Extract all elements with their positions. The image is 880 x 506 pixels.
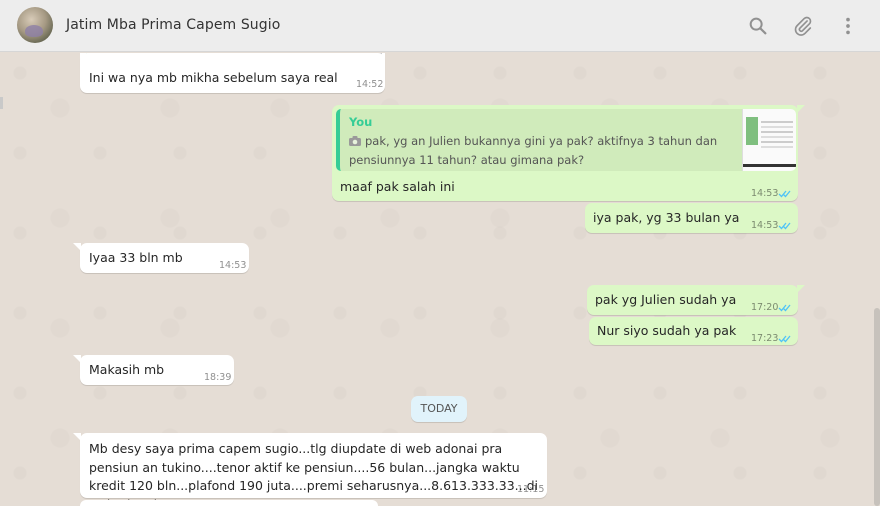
- attach-icon[interactable]: [792, 15, 814, 37]
- message-bubble-incoming[interactable]: Makasih mb 18:39: [73, 355, 234, 385]
- message-time: 17:20: [751, 302, 779, 313]
- message-bubble-partial: [80, 500, 378, 506]
- read-ticks-icon: [778, 303, 792, 312]
- message-time: 14:53: [751, 188, 779, 199]
- message-text: Iyaa 33 bln mb: [89, 250, 183, 265]
- message-bubble-outgoing[interactable]: Nur siyo sudah ya pak 17:23: [589, 317, 798, 345]
- message-list[interactable]: Ini wa nya mb mikha sebelum saya real 14…: [0, 53, 880, 506]
- contact-name[interactable]: Jatim Mba Prima Capem Sugio: [66, 17, 280, 33]
- day-divider: TODAY: [411, 396, 467, 422]
- chat-header: Jatim Mba Prima Capem Sugio: [0, 0, 880, 52]
- message-time: 18:39: [204, 372, 232, 383]
- read-ticks-icon: [778, 189, 792, 198]
- camera-icon: [349, 133, 361, 151]
- message-bubble-outgoing[interactable]: You pak, yg an Julien bukannya gini ya p…: [332, 105, 805, 201]
- message-bubble-outgoing[interactable]: pak yg Julien sudah ya 17:20: [587, 285, 805, 315]
- message-text: Makasih mb: [89, 362, 165, 377]
- message-time: 14:53: [219, 260, 247, 271]
- quote-text: pak, yg an Julien bukannya gini ya pak? …: [349, 133, 718, 167]
- search-icon[interactable]: [747, 15, 769, 37]
- message-time: 14:53: [751, 220, 779, 231]
- message-bubble-outgoing[interactable]: iya pak, yg 33 bulan ya 14:53: [585, 203, 798, 233]
- quoted-message[interactable]: You pak, yg an Julien bukannya gini ya p…: [336, 109, 796, 171]
- contact-avatar[interactable]: [17, 7, 53, 43]
- message-text: iya pak, yg 33 bulan ya: [593, 210, 740, 225]
- message-text: Mb desy saya prima capem sugio...tlg diu…: [89, 441, 538, 506]
- message-text: maaf pak salah ini: [340, 179, 455, 194]
- panel-edge: [0, 97, 3, 109]
- message-bubble-incoming[interactable]: Ini wa nya mb mikha sebelum saya real 14…: [80, 53, 385, 93]
- menu-icon[interactable]: [837, 15, 859, 37]
- message-time: 14:52: [356, 79, 384, 90]
- quote-thumbnail: [742, 109, 796, 171]
- read-ticks-icon: [778, 221, 792, 230]
- message-text: Nur siyo sudah ya pak: [597, 323, 737, 338]
- message-text: pak yg Julien sudah ya: [595, 292, 737, 307]
- message-time: 11:15: [517, 484, 545, 495]
- quote-author: You: [349, 115, 373, 129]
- message-time: 17:23: [751, 333, 779, 344]
- scrollbar[interactable]: [874, 308, 880, 506]
- message-bubble-incoming[interactable]: Iyaa 33 bln mb 14:53: [73, 243, 249, 273]
- message-text: Ini wa nya mb mikha sebelum saya real: [89, 70, 338, 85]
- read-ticks-icon: [778, 334, 792, 343]
- message-bubble-incoming[interactable]: Mb desy saya prima capem sugio...tlg diu…: [73, 433, 547, 506]
